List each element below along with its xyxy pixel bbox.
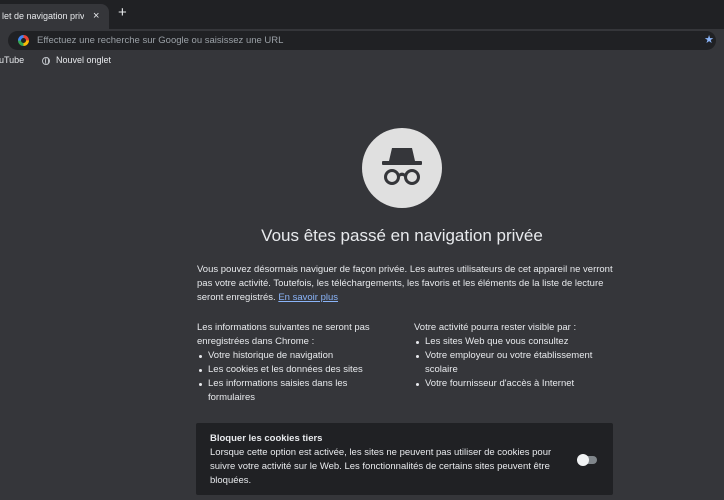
address-bar-placeholder[interactable]: Effectuez une recherche sur Google ou sa… xyxy=(37,35,283,46)
incognito-icon xyxy=(362,128,442,208)
bookmark-star-icon[interactable]: ★ xyxy=(704,33,714,47)
page-title: Vous êtes passé en navigation privée xyxy=(261,226,543,245)
google-icon xyxy=(18,35,29,46)
toolbar: Effectuez une recherche sur Google ou sa… xyxy=(0,29,724,52)
visible-heading: Votre activité pourra rester visible par… xyxy=(414,322,577,333)
bookmark-youtube[interactable]: uTube xyxy=(0,55,24,65)
close-icon[interactable]: × xyxy=(93,8,99,24)
toggle-knob xyxy=(577,454,589,466)
not-saved-section: Les informations suivantes ne seront pas… xyxy=(197,321,397,405)
list-item: Votre historique de navigation xyxy=(197,349,397,363)
bookmark-new-tab[interactable]: Nouvel onglet xyxy=(56,55,111,65)
visible-list: Les sites Web que vous consultez Votre e… xyxy=(414,335,619,391)
cookies-description: Lorsque cette option est activée, les si… xyxy=(210,447,552,486)
bookmarks-bar: uTube Nouvel onglet xyxy=(0,52,724,70)
block-cookies-toggle[interactable] xyxy=(577,454,597,466)
list-item: Les informations saisies dans les formul… xyxy=(197,377,397,405)
list-item: Les cookies et les données des sites xyxy=(197,363,397,377)
tab-strip: let de navigation privée × + xyxy=(0,0,724,29)
new-tab-button[interactable]: + xyxy=(118,3,127,23)
intro-text: Vous pouvez désormais naviguer de façon … xyxy=(197,263,622,305)
tab-title: let de navigation privée xyxy=(2,11,84,21)
visible-section: Votre activité pourra rester visible par… xyxy=(414,321,619,391)
not-saved-heading: Les informations suivantes ne seront pas… xyxy=(197,322,370,347)
cookies-title: Bloquer les cookies tiers xyxy=(210,433,323,444)
tab-incognito[interactable]: let de navigation privée × xyxy=(0,4,109,29)
list-item: Votre employeur ou votre établissement s… xyxy=(414,349,619,377)
list-item: Votre fournisseur d'accès à Internet xyxy=(414,377,619,391)
block-cookies-card: Bloquer les cookies tiers Lorsque cette … xyxy=(196,423,613,495)
not-saved-list: Votre historique de navigation Les cooki… xyxy=(197,349,397,405)
incognito-page: Vous êtes passé en navigation privée Vou… xyxy=(0,70,724,500)
address-bar[interactable]: Effectuez une recherche sur Google ou sa… xyxy=(8,31,716,50)
intro-paragraph: Vous pouvez désormais naviguer de façon … xyxy=(197,264,613,303)
globe-icon xyxy=(42,57,50,65)
list-item: Les sites Web que vous consultez xyxy=(414,335,619,349)
learn-more-link[interactable]: En savoir plus xyxy=(278,292,338,303)
